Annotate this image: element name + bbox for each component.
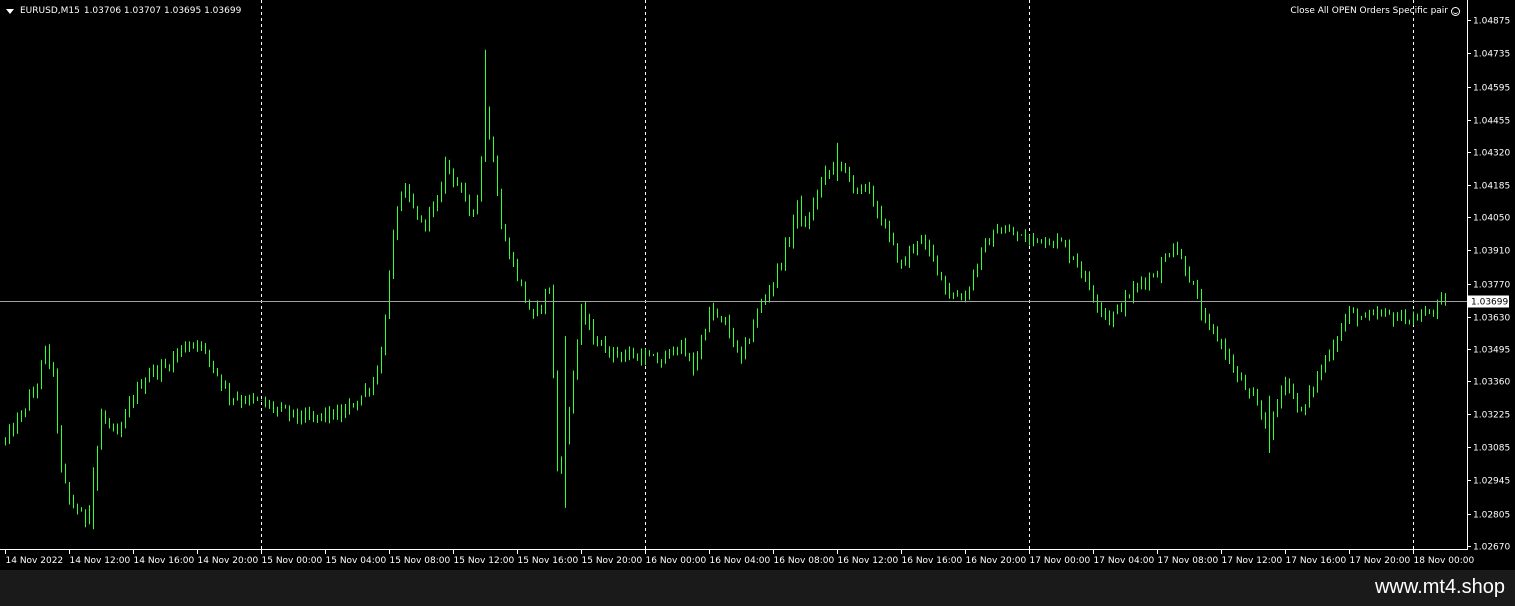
time-tick-label: 16 Nov 08:00	[774, 556, 835, 566]
price-tick-label: 1.04185	[1473, 182, 1510, 192]
time-tick-label: 17 Nov 16:00	[1286, 556, 1347, 566]
current-price-label: 1.03699	[1471, 298, 1508, 308]
time-tick-label: 15 Nov 08:00	[390, 556, 451, 566]
price-tick-label: 1.04735	[1473, 50, 1510, 60]
time-tick-label: 15 Nov 00:00	[262, 556, 323, 566]
expert-advisor-label[interactable]: Close All OPEN Orders Specific pair	[1290, 6, 1460, 16]
smiley-icon	[1451, 6, 1460, 16]
price-tick-label: 1.04050	[1473, 214, 1510, 224]
time-tick-label: 15 Nov 12:00	[454, 556, 515, 566]
chart-window[interactable]: 1.03699 1.04875 1.04735 1.04595 1.04455 1.04…	[0, 0, 1515, 570]
time-tick-label: 15 Nov 20:00	[582, 556, 643, 566]
price-tick-label: 1.02945	[1473, 477, 1510, 487]
time-tick-label: 16 Nov 04:00	[710, 556, 771, 566]
price-tick-label: 1.03495	[1473, 346, 1510, 356]
time-tick-label: 15 Nov 16:00	[518, 556, 579, 566]
price-tick-label: 1.03360	[1473, 378, 1510, 388]
time-tick-label: 17 Nov 20:00	[1350, 556, 1411, 566]
time-tick-label: 16 Nov 00:00	[646, 556, 707, 566]
time-axis: 14 Nov 2022 14 Nov 12:00 14 Nov 16:00 14 No…	[5, 549, 1475, 566]
price-tick-label: 1.04320	[1473, 149, 1510, 159]
footer-bar: www.mt4.shop	[0, 570, 1515, 606]
ohlc-values: 1.03706 1.03707 1.03695 1.03699	[83, 6, 242, 16]
symbol-timeframe: EURUSD,M15	[20, 6, 80, 16]
time-tick-label: 16 Nov 12:00	[838, 556, 899, 566]
price-tick-label: 1.04595	[1473, 84, 1510, 94]
price-tick-label: 1.03085	[1473, 444, 1510, 454]
price-axis: 1.04875 1.04735 1.04595 1.04455 1.04320 1.041…	[1467, 17, 1510, 553]
time-tick-label: 17 Nov 08:00	[1158, 556, 1219, 566]
time-tick-label: 14 Nov 20:00	[198, 556, 259, 566]
chevron-down-icon[interactable]	[6, 8, 14, 14]
time-tick-label: 15 Nov 04:00	[326, 556, 387, 566]
price-chart[interactable]: 1.03699 1.048751.047351.045951.044551.04…	[0, 0, 1515, 570]
price-tick-label: 1.02805	[1473, 511, 1510, 521]
footer-url: www.mt4.shop	[1374, 576, 1505, 598]
price-tick-label: 1.03225	[1473, 411, 1510, 421]
chart-header: EURUSD,M15 1.03706 1.03707 1.03695 1.036…	[6, 6, 241, 16]
price-tick-label: 1.04875	[1473, 17, 1510, 27]
time-tick-label: 14 Nov 12:00	[70, 556, 131, 566]
time-tick-label: 17 Nov 04:00	[1094, 556, 1155, 566]
time-tick-label: 17 Nov 12:00	[1222, 556, 1283, 566]
time-tick-label: 18 Nov 00:00	[1414, 556, 1475, 566]
price-tick-label: 1.03630	[1473, 314, 1510, 324]
time-tick-label: 16 Nov 16:00	[902, 556, 963, 566]
time-tick-label: 14 Nov 16:00	[134, 556, 195, 566]
price-tick-label: 1.03910	[1473, 247, 1510, 257]
price-tick-label: 1.02670	[1473, 543, 1510, 553]
time-tick-label: 16 Nov 20:00	[966, 556, 1027, 566]
price-tick-label: 1.04455	[1473, 117, 1510, 127]
time-tick-label: 14 Nov 2022	[6, 556, 64, 566]
expert-advisor-name: Close All OPEN Orders Specific pair	[1290, 6, 1448, 16]
plot-area	[0, 0, 1467, 550]
time-tick-label: 17 Nov 00:00	[1030, 556, 1091, 566]
price-tick-label: 1.03770	[1473, 281, 1510, 291]
